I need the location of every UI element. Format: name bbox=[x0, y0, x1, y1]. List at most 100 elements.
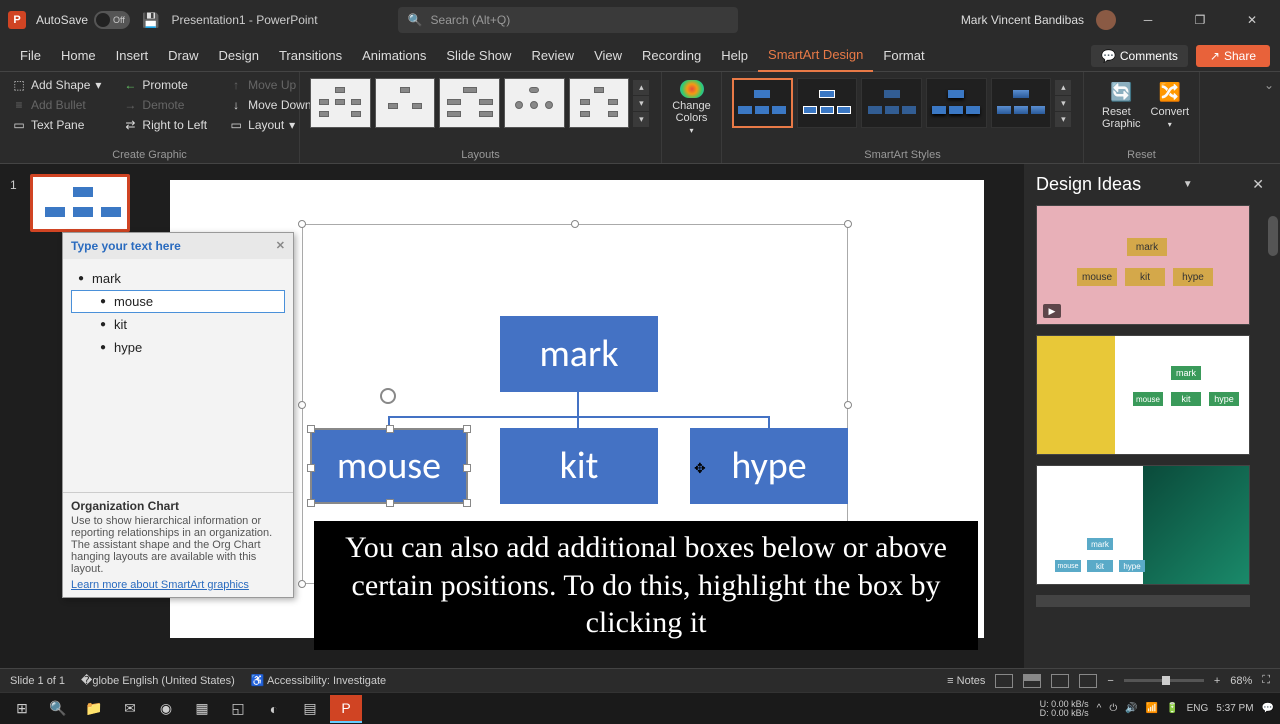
tray-expand-icon[interactable]: ^ bbox=[1097, 703, 1102, 714]
tray-clock[interactable]: 5:37 PM bbox=[1216, 703, 1253, 714]
design-idea-thumb[interactable]: mark mouse kit hype bbox=[1036, 335, 1250, 455]
zoom-in-icon[interactable]: + bbox=[1214, 675, 1220, 687]
layout-thumb[interactable] bbox=[439, 78, 500, 128]
minimize-button[interactable]: ─ bbox=[1128, 5, 1168, 35]
close-button[interactable]: ✕ bbox=[1232, 5, 1272, 35]
org-node-root[interactable]: mark bbox=[500, 316, 658, 392]
slide-thumb-1[interactable] bbox=[30, 174, 130, 232]
tab-smartart-design[interactable]: SmartArt Design bbox=[758, 40, 873, 72]
style-thumb[interactable] bbox=[861, 78, 922, 128]
maximize-button[interactable]: ❐ bbox=[1180, 5, 1220, 35]
zoom-out-icon[interactable]: − bbox=[1107, 675, 1113, 687]
text-pane-item[interactable]: ●mark bbox=[71, 267, 285, 290]
text-pane-button[interactable]: ▭Text Pane bbox=[8, 116, 105, 134]
sorter-view-icon[interactable] bbox=[1023, 674, 1041, 688]
org-node-child-selected[interactable]: mouse bbox=[310, 428, 468, 504]
tab-format[interactable]: Format bbox=[873, 40, 934, 72]
edge-icon[interactable]: ◐ bbox=[258, 695, 290, 723]
close-pane-icon[interactable]: ✕ bbox=[1248, 176, 1268, 193]
styles-gallery[interactable]: ▴▾▾ bbox=[730, 76, 1075, 130]
style-thumb[interactable] bbox=[926, 78, 987, 128]
style-thumb[interactable] bbox=[991, 78, 1052, 128]
scrollbar[interactable] bbox=[1268, 216, 1278, 256]
tab-help[interactable]: Help bbox=[711, 40, 758, 72]
notes-button[interactable]: ≡ Notes bbox=[947, 675, 985, 687]
layout-thumb[interactable] bbox=[310, 78, 371, 128]
language-status[interactable]: �globe English (United States) bbox=[81, 674, 235, 687]
notifications-icon[interactable]: 💬 bbox=[1262, 703, 1274, 714]
layout-thumb[interactable] bbox=[504, 78, 565, 128]
text-pane-item[interactable]: ●kit bbox=[71, 313, 285, 336]
tab-draw[interactable]: Draw bbox=[158, 40, 208, 72]
tab-animations[interactable]: Animations bbox=[352, 40, 436, 72]
smartart-text-pane[interactable]: Type your text here ✕ ●mark ●mouse ●kit … bbox=[62, 232, 294, 598]
convert-button[interactable]: 🔀Convert▾ bbox=[1151, 80, 1190, 130]
search-icon[interactable]: 🔍 bbox=[42, 695, 74, 723]
share-button[interactable]: ↗Share bbox=[1196, 45, 1270, 67]
slideshow-view-icon[interactable] bbox=[1079, 674, 1097, 688]
app-icon[interactable]: ▤ bbox=[294, 695, 326, 723]
demote-button: →Demote bbox=[119, 96, 211, 114]
org-node-child[interactable]: kit bbox=[500, 428, 658, 504]
layouts-scroller[interactable]: ▴▾▾ bbox=[633, 80, 651, 127]
tray-volume-icon[interactable]: 🔊 bbox=[1125, 703, 1137, 714]
text-pane-icon: ▭ bbox=[12, 118, 26, 132]
tab-insert[interactable]: Insert bbox=[106, 40, 159, 72]
zoom-slider[interactable] bbox=[1124, 679, 1204, 682]
app-icon[interactable]: ◱ bbox=[222, 695, 254, 723]
design-idea-thumb[interactable]: mark mouse kit hype bbox=[1036, 465, 1250, 585]
tab-design[interactable]: Design bbox=[209, 40, 269, 72]
tab-transitions[interactable]: Transitions bbox=[269, 40, 352, 72]
tray-power-icon[interactable]: ⏻ bbox=[1109, 703, 1117, 714]
layouts-gallery[interactable]: ▴▾▾ bbox=[308, 76, 653, 130]
rotate-handle-icon[interactable] bbox=[380, 388, 396, 404]
tab-review[interactable]: Review bbox=[521, 40, 584, 72]
style-thumb[interactable] bbox=[732, 78, 793, 128]
design-idea-thumb[interactable] bbox=[1036, 595, 1250, 607]
document-title: Presentation1 - PowerPoint bbox=[171, 13, 317, 27]
chrome-icon[interactable]: ◉ bbox=[150, 695, 182, 723]
tray-language[interactable]: ENG bbox=[1187, 703, 1209, 714]
collapse-ribbon-icon[interactable]: ⌄ bbox=[1258, 72, 1280, 163]
close-icon[interactable]: ✕ bbox=[276, 239, 285, 253]
powerpoint-icon[interactable]: P bbox=[330, 695, 362, 723]
save-icon[interactable]: 💾 bbox=[142, 12, 159, 29]
tab-slideshow[interactable]: Slide Show bbox=[436, 40, 521, 72]
tray-wifi-icon[interactable]: 📶 bbox=[1146, 703, 1158, 714]
add-shape-button[interactable]: ⬚Add Shape ▾ bbox=[8, 76, 105, 94]
chevron-down-icon[interactable]: ▼ bbox=[1183, 179, 1193, 190]
tab-file[interactable]: File bbox=[10, 40, 51, 72]
accessibility-status[interactable]: ♿ Accessibility: Investigate bbox=[251, 674, 386, 687]
zoom-level[interactable]: 68% bbox=[1230, 675, 1252, 687]
app-icon[interactable]: ▦ bbox=[186, 695, 218, 723]
start-button[interactable]: ⊞ bbox=[6, 695, 38, 723]
learn-more-link[interactable]: Learn more about SmartArt graphics bbox=[71, 579, 285, 591]
fit-window-icon[interactable]: ⛶ bbox=[1262, 674, 1270, 687]
tab-view[interactable]: View bbox=[584, 40, 632, 72]
layout-thumb[interactable] bbox=[569, 78, 630, 128]
design-idea-thumb[interactable]: mark mouse kit hype ▶ bbox=[1036, 205, 1250, 325]
layout-thumb[interactable] bbox=[375, 78, 436, 128]
text-pane-item-selected[interactable]: ●mouse bbox=[71, 290, 285, 313]
avatar[interactable] bbox=[1096, 10, 1116, 30]
reading-view-icon[interactable] bbox=[1051, 674, 1069, 688]
autosave-label: AutoSave bbox=[36, 13, 88, 27]
explorer-icon[interactable]: 📁 bbox=[78, 695, 110, 723]
promote-button[interactable]: ←Promote bbox=[119, 76, 211, 94]
tab-recording[interactable]: Recording bbox=[632, 40, 711, 72]
tab-home[interactable]: Home bbox=[51, 40, 106, 72]
change-colors-button[interactable]: Change Colors ▾ bbox=[667, 76, 717, 139]
mail-icon[interactable]: ✉ bbox=[114, 695, 146, 723]
autosave-toggle[interactable]: AutoSave Off bbox=[36, 11, 130, 29]
normal-view-icon[interactable] bbox=[995, 674, 1013, 688]
style-thumb[interactable] bbox=[797, 78, 858, 128]
rtl-button[interactable]: ⇄Right to Left bbox=[119, 116, 211, 134]
reset-graphic-button[interactable]: 🔄Reset Graphic bbox=[1102, 80, 1141, 130]
styles-scroller[interactable]: ▴▾▾ bbox=[1055, 80, 1073, 127]
down-icon: ↓ bbox=[229, 98, 243, 112]
org-node-child[interactable]: hype bbox=[690, 428, 848, 504]
tray-battery-icon[interactable]: 🔋 bbox=[1166, 703, 1178, 714]
search-input[interactable]: 🔍 Search (Alt+Q) bbox=[398, 7, 738, 33]
comments-button[interactable]: 💬Comments bbox=[1091, 45, 1188, 67]
text-pane-item[interactable]: ●hype bbox=[71, 336, 285, 359]
